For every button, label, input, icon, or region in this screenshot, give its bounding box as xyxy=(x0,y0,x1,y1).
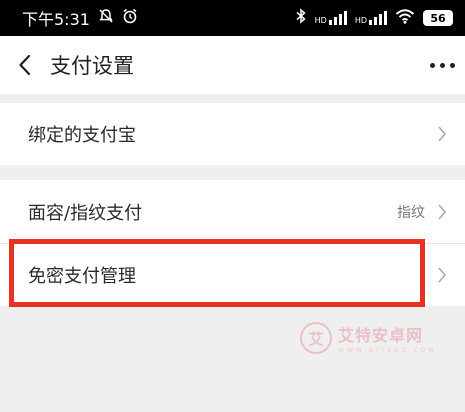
page-title: 支付设置 xyxy=(50,54,134,78)
chevron-right-icon xyxy=(437,202,465,222)
alarm-clock-icon xyxy=(122,8,138,28)
signal-sim2: HD xyxy=(355,11,387,25)
signal-bars-sim1-icon xyxy=(328,11,347,25)
more-options-icon[interactable] xyxy=(430,62,455,68)
network-badge-sim1: HD xyxy=(314,16,327,25)
status-left: 下午5:31 xyxy=(22,6,138,30)
settings-row-face-fingerprint[interactable]: 面容/指纹支付 指纹 xyxy=(0,180,465,243)
status-time: 下午5:31 xyxy=(22,10,90,29)
bluetooth-icon xyxy=(295,8,307,28)
battery-indicator: 56 xyxy=(423,10,453,26)
bound-alipay-label: 绑定的支付宝 xyxy=(28,125,136,146)
face-fingerprint-label: 面容/指纹支付 xyxy=(28,202,143,224)
chevron-right-icon xyxy=(437,124,465,144)
row-right xyxy=(437,265,465,285)
chevron-right-icon xyxy=(437,265,465,285)
settings-row-bound-alipay[interactable]: 绑定的支付宝 xyxy=(0,103,465,165)
back-arrow-icon[interactable] xyxy=(2,36,48,94)
network-badge-sim2: HD xyxy=(354,16,367,25)
row-right xyxy=(437,124,465,144)
wifi-icon xyxy=(395,8,415,28)
watermark-name: 艾特安卓网 xyxy=(338,326,424,345)
watermark-text: 艾特安卓网 WWW.AITEAZ.COM xyxy=(338,322,437,354)
status-right: HD HD 56 xyxy=(295,8,453,28)
row-right: 指纹 xyxy=(397,202,465,222)
face-fingerprint-value: 指纹 xyxy=(397,204,425,221)
watermark-domain: WWW.AITEAZ.COM xyxy=(338,347,437,354)
silent-notification-icon xyxy=(98,8,114,28)
signal-sim1: HD xyxy=(315,11,347,25)
status-bar: 下午5:31 HD HD 56 xyxy=(0,0,465,36)
signal-bars-sim2-icon xyxy=(369,11,387,25)
password-free-label: 免密支付管理 xyxy=(28,266,136,287)
watermark: 艾 艾特安卓网 WWW.AITEAZ.COM xyxy=(300,322,437,354)
settings-row-password-free[interactable]: 免密支付管理 xyxy=(0,244,465,306)
watermark-logo: 艾 xyxy=(300,322,332,354)
navigation-bar: 支付设置 xyxy=(0,36,465,94)
